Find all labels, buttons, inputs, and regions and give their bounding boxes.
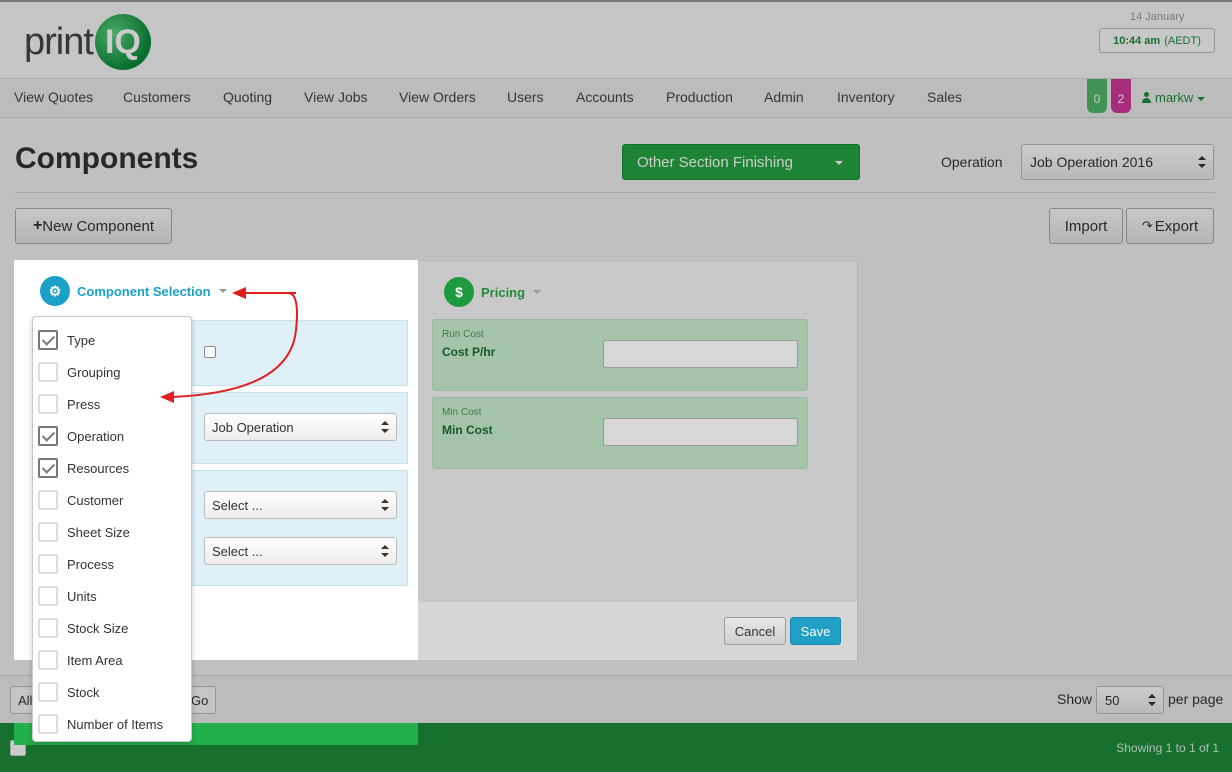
- annotation-arrow-curve: [171, 292, 298, 398]
- annotation-arrows: [160, 287, 298, 403]
- annotation-arrowhead-top: [232, 287, 246, 299]
- annotation-arrowhead-bottom: [160, 391, 174, 403]
